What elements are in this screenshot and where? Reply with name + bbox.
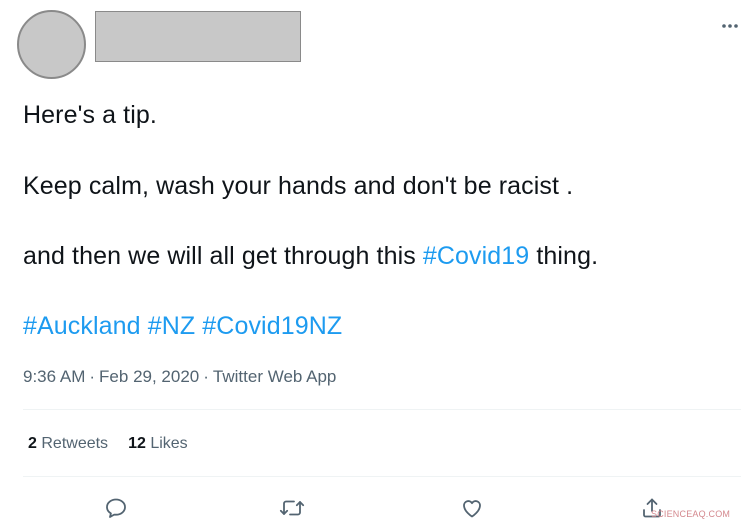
hashtag-auckland[interactable]: #Auckland	[23, 312, 141, 340]
divider	[23, 409, 741, 410]
divider	[23, 476, 741, 477]
watermark: SCIENCEAQ.COM	[651, 509, 731, 519]
heart-icon	[463, 500, 481, 518]
avatar-redacted[interactable]	[17, 10, 86, 79]
username-redacted[interactable]	[95, 11, 301, 62]
text-segment: thing.	[529, 242, 599, 270]
reply-icon	[106, 498, 126, 518]
retweets-stat[interactable]: 2 Retweets	[28, 435, 108, 452]
engagement-stats: 2 Retweets 12 Likes	[28, 434, 188, 454]
meta-separator: ·	[203, 367, 209, 386]
retweet-button[interactable]	[278, 494, 306, 522]
retweet-icon	[279, 500, 305, 516]
retweets-count: 2	[28, 435, 37, 452]
more-horizontal-icon	[722, 24, 738, 28]
text-segment: and then we will all get through this	[23, 242, 423, 270]
retweets-label: Retweets	[41, 435, 109, 452]
like-button[interactable]	[458, 494, 486, 522]
reply-button[interactable]	[102, 494, 130, 522]
likes-stat[interactable]: 12 Likes	[128, 435, 188, 452]
hashtag-covid19[interactable]: #Covid19	[423, 242, 529, 270]
meta-separator: ·	[89, 367, 96, 386]
more-options-button[interactable]	[716, 16, 744, 36]
likes-label: Likes	[150, 435, 188, 452]
tweet-text-line-2: Keep calm, wash your hands and don't be …	[23, 172, 574, 200]
tweet-text-line-3: and then we will all get through this #C…	[23, 241, 598, 271]
tweet-source[interactable]: Twitter Web App	[213, 367, 336, 386]
tweet-hashtags-line: #Auckland #NZ #Covid19NZ	[23, 311, 342, 341]
tweet-meta: 9:36 AM · Feb 29, 2020 · Twitter Web App	[23, 366, 336, 388]
tweet-text-line-1: Here's a tip.	[23, 101, 157, 129]
hashtag-covid19nz[interactable]: #Covid19NZ	[202, 312, 342, 340]
tweet-date[interactable]: Feb 29, 2020	[99, 367, 199, 386]
hashtag-nz[interactable]: #NZ	[148, 312, 196, 340]
likes-count: 12	[128, 435, 146, 452]
tweet-card: Here's a tip. Keep calm, wash your hands…	[0, 0, 754, 528]
tweet-time[interactable]: 9:36 AM	[23, 367, 85, 386]
